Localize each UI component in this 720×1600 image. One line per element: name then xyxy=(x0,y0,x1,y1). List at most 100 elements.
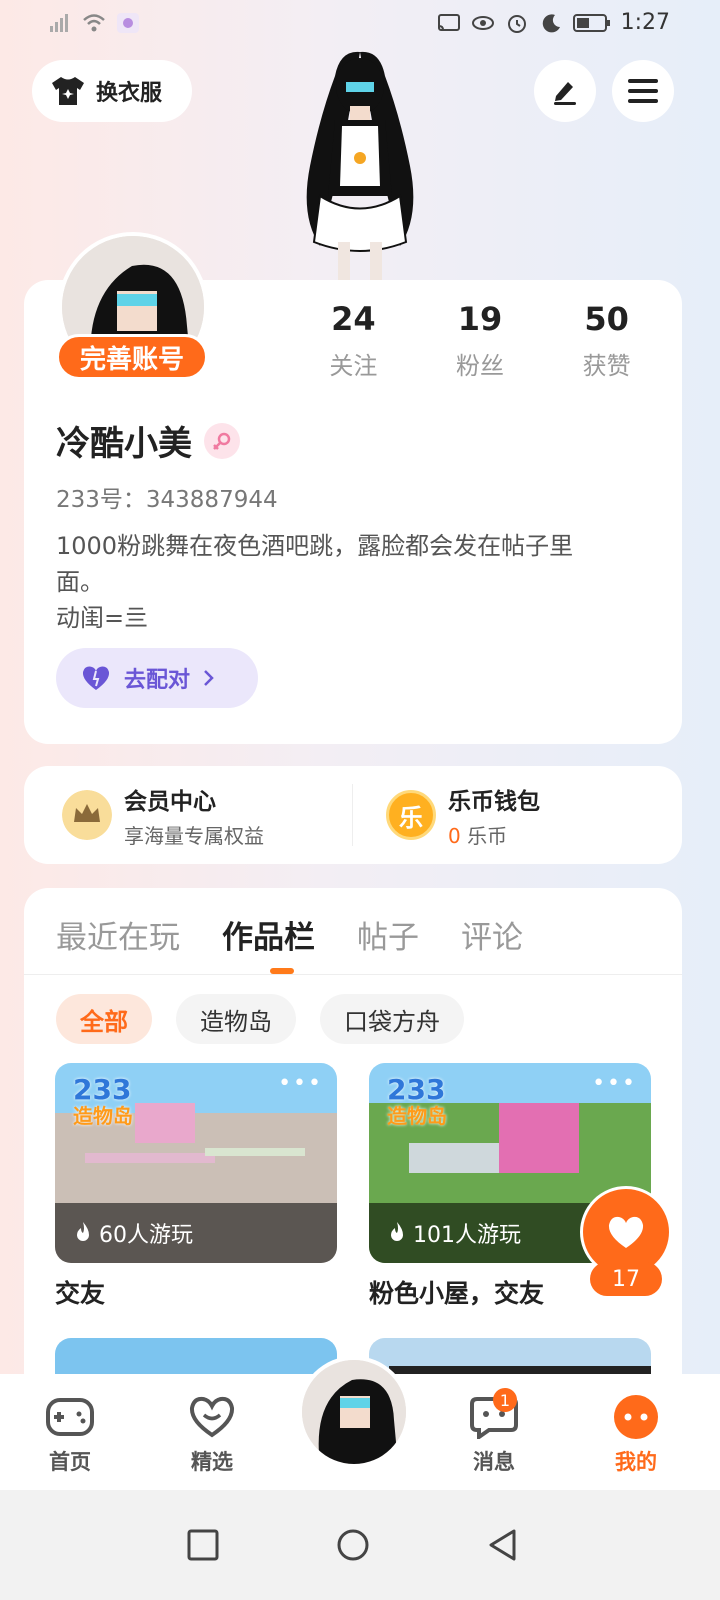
complete-account-badge[interactable]: 完善账号 xyxy=(56,334,208,380)
bio-line: 1000粉跳舞在夜色酒吧跳，露脸都会发在帖子里 xyxy=(56,532,574,560)
change-outfit-button[interactable]: 换衣服 xyxy=(32,60,192,122)
edit-icon xyxy=(554,82,576,105)
tab-posts[interactable]: 帖子 xyxy=(357,912,419,957)
nav-label: 精选 xyxy=(191,1450,233,1474)
moon-icon xyxy=(542,13,560,32)
crown-icon xyxy=(62,790,112,840)
me-icon xyxy=(611,1392,661,1442)
status-bar: 1:27 xyxy=(0,0,720,50)
game-logo-name: 造物岛 xyxy=(73,1104,133,1128)
cast-icon xyxy=(437,13,460,31)
flame-icon xyxy=(77,1222,89,1241)
stat-following[interactable]: 24 关注 xyxy=(290,300,417,381)
app-notification-icon xyxy=(117,13,139,33)
like-count: 17 xyxy=(590,1262,662,1296)
work-card[interactable] xyxy=(55,1338,337,1378)
user-id: 233号：343887944 xyxy=(56,487,278,513)
nav-label: 首页 xyxy=(49,1450,91,1474)
game-logo: 233 造物岛 xyxy=(73,1073,133,1129)
more-icon[interactable]: ••• xyxy=(592,1071,637,1096)
status-left xyxy=(48,12,140,34)
tab-recently-played[interactable]: 最近在玩 xyxy=(56,912,180,957)
stat-label: 获赞 xyxy=(582,352,631,380)
wallet-unit: 乐币 xyxy=(467,823,508,848)
play-count: 101人游玩 xyxy=(387,1217,521,1249)
bio-line: 面。 xyxy=(56,568,104,596)
bio-line: 动闺=亖 xyxy=(56,604,149,632)
wallet-title: 乐币钱包 xyxy=(448,788,540,815)
tab-works[interactable]: 作品栏 xyxy=(222,912,315,957)
game-logo-number: 233 xyxy=(73,1073,132,1106)
nickname: 冷酷小美 xyxy=(56,424,192,464)
nav-featured[interactable]: 精选 xyxy=(172,1392,252,1476)
back-icon[interactable] xyxy=(486,1528,520,1562)
female-icon xyxy=(204,422,240,459)
member-center-title: 会员中心 xyxy=(124,788,216,815)
recent-apps-icon[interactable] xyxy=(186,1528,220,1562)
member-center-button[interactable]: 会员中心 享海量专属权益 xyxy=(62,766,264,864)
wallet-button[interactable]: 乐 乐币钱包 0 乐币 xyxy=(386,766,540,864)
nav-home[interactable]: 首页 xyxy=(30,1392,110,1476)
work-title: 粉色小屋，交友 xyxy=(369,1279,545,1308)
work-title: 交友 xyxy=(55,1279,106,1308)
stats-row: 24 关注 19 粉丝 50 获赞 xyxy=(290,300,670,381)
chat-icon: 1 xyxy=(469,1388,519,1442)
member-wallet-card: 会员中心 享海量专属权益 乐 乐币钱包 0 乐币 xyxy=(24,766,682,864)
game-logo-name: 造物岛 xyxy=(387,1104,447,1128)
chip-all[interactable]: 全部 xyxy=(56,994,152,1044)
flame-icon xyxy=(391,1222,403,1241)
home-icon[interactable] xyxy=(336,1528,370,1562)
change-outfit-label: 换衣服 xyxy=(96,81,163,106)
tab-bar: 最近在玩 作品栏 帖子 评论 xyxy=(56,912,523,957)
status-time: 1:27 xyxy=(620,10,670,35)
divider xyxy=(352,784,353,846)
filter-chips: 全部 造物岛 口袋方舟 xyxy=(56,994,464,1044)
work-thumbnail xyxy=(369,1338,651,1378)
nav-me[interactable]: 我的 xyxy=(596,1392,676,1476)
avatar-image xyxy=(302,1360,406,1464)
signal-icon xyxy=(50,14,68,32)
wallet-balance: 0 乐币 xyxy=(448,820,540,849)
gamepad-icon xyxy=(45,1392,95,1442)
menu-button[interactable] xyxy=(612,60,674,122)
member-center-subtitle: 享海量专属权益 xyxy=(124,823,264,848)
chevron-right-icon xyxy=(204,670,214,686)
alarm-icon xyxy=(507,14,526,33)
stat-label: 关注 xyxy=(329,352,378,380)
stat-label: 粉丝 xyxy=(456,352,504,380)
chip-creation-island[interactable]: 造物岛 xyxy=(176,994,296,1044)
play-count-text: 101人游玩 xyxy=(413,1223,521,1248)
stat-followers[interactable]: 19 粉丝 xyxy=(417,300,544,381)
heart-icon xyxy=(82,666,110,690)
wallet-amount: 0 xyxy=(448,823,461,848)
nav-label: 我的 xyxy=(615,1450,657,1474)
match-button[interactable]: 去配对 xyxy=(56,648,258,708)
avatar-figure[interactable] xyxy=(280,46,440,286)
play-count: 60人游玩 xyxy=(73,1217,193,1249)
tab-comments[interactable]: 评论 xyxy=(461,912,523,957)
edit-button[interactable] xyxy=(534,60,596,122)
tab-divider xyxy=(24,974,682,975)
game-logo-number: 233 xyxy=(387,1073,446,1106)
eye-comfort-icon xyxy=(471,15,494,30)
heart-icon xyxy=(608,1216,644,1248)
nav-avatar-button[interactable] xyxy=(298,1356,410,1468)
work-card[interactable] xyxy=(369,1338,651,1378)
nav-messages[interactable]: 1 消息 xyxy=(454,1388,534,1476)
stat-value: 19 xyxy=(457,300,503,338)
bio: 1000粉跳舞在夜色酒吧跳，露脸都会发在帖子里 面。 动闺=亖 xyxy=(56,528,656,636)
nav-label: 消息 xyxy=(473,1450,515,1474)
menu-icon xyxy=(628,79,658,103)
wifi-icon xyxy=(83,14,105,32)
stat-value: 50 xyxy=(584,300,629,338)
nickname-row: 冷酷小美 xyxy=(56,416,240,465)
heart-outline-icon xyxy=(187,1392,237,1442)
battery-icon xyxy=(572,13,610,32)
stat-likes[interactable]: 50 获赞 xyxy=(543,300,670,381)
more-icon[interactable]: ••• xyxy=(278,1071,323,1096)
chip-pocket-ark[interactable]: 口袋方舟 xyxy=(320,994,464,1044)
coin-icon: 乐 xyxy=(386,790,436,840)
work-card[interactable]: 233 造物岛 ••• 60人游玩 xyxy=(55,1063,337,1263)
system-nav-bar xyxy=(0,1490,720,1600)
stat-value: 24 xyxy=(331,300,376,338)
